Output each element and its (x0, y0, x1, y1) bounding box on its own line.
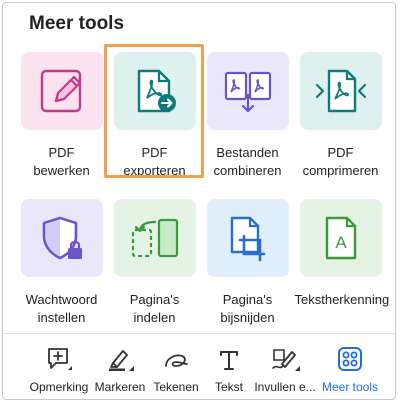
tool-tile (113, 52, 196, 130)
tool-compress-pdf[interactable]: PDF comprimeren (294, 47, 387, 184)
more-tools-panel: Meer tools PDF bewerken PDF exporteren B… (2, 2, 396, 400)
tool-label: PDF comprimeren (302, 145, 379, 178)
toolbar-label: Tekenen (153, 380, 199, 394)
more-tools-icon (338, 347, 362, 371)
organize-pages-icon (131, 218, 178, 258)
text-recognition-icon: A (325, 216, 356, 260)
tool-tile (20, 52, 103, 130)
tool-crop-pages[interactable]: Pagina's bijsnijden (201, 194, 294, 331)
highlight-icon (109, 350, 134, 371)
export-pdf-icon (137, 69, 176, 113)
toolbar-label: Meer tools (321, 380, 379, 394)
tool-label: Pagina's bijsnijden (220, 292, 275, 325)
tools-grid: PDF bewerken PDF exporteren Bestanden co… (15, 44, 390, 331)
tool-combine-files[interactable]: Bestanden combineren (201, 47, 294, 184)
tool-tile: A (299, 199, 382, 277)
toolbar-text[interactable]: Tekst (207, 334, 251, 399)
tool-tile (113, 199, 196, 277)
fill-sign-icon (272, 349, 300, 371)
toolbar-label: Opmerking (29, 380, 89, 394)
tool-tile (206, 199, 289, 277)
protect-password-icon (42, 216, 82, 260)
tool-tile (206, 52, 289, 130)
panel-title: Meer tools (29, 13, 125, 34)
tool-export-pdf[interactable]: PDF exporteren (104, 44, 204, 184)
tool-text-recognition[interactable]: A Tekstherkenning (294, 194, 390, 331)
bottom-toolbar: Opmerking Markeren Tekenen Tekst Invulle… (3, 333, 395, 399)
tool-label: PDF exporteren (123, 145, 186, 178)
tool-set-password[interactable]: Wachtwoord instellen (15, 194, 108, 331)
toolbar-highlight[interactable]: Markeren (93, 334, 147, 399)
toolbar-draw[interactable]: Tekenen (151, 334, 201, 399)
draw-icon (165, 354, 188, 367)
toolbar-comment[interactable]: Opmerking (29, 334, 89, 399)
crop-pages-icon (230, 216, 265, 262)
tool-edit-pdf[interactable]: PDF bewerken (15, 47, 108, 184)
tool-label: PDF bewerken (33, 145, 90, 178)
tool-label: Bestanden combineren (213, 145, 282, 178)
toolbar-fill-sign[interactable]: Invullen e... (253, 334, 317, 399)
edit-pdf-icon (40, 69, 81, 113)
tool-tile (20, 199, 103, 277)
tool-label: Wachtwoord instellen (25, 292, 98, 325)
compress-pdf-icon (315, 69, 366, 113)
tool-label: Tekstherkenning (294, 292, 390, 307)
toolbar-label: Markeren (94, 380, 146, 394)
toolbar-label: Tekst (214, 380, 243, 394)
tool-label: Pagina's indelen (129, 292, 180, 325)
svg-text:A: A (335, 233, 347, 252)
tool-tile (299, 52, 382, 130)
toolbar-label: Invullen e... (254, 380, 316, 394)
combine-files-icon (224, 71, 271, 113)
comment-icon (48, 348, 72, 370)
tool-organize-pages[interactable]: Pagina's indelen (108, 194, 201, 331)
toolbar-more-tools[interactable]: Meer tools (317, 334, 383, 399)
text-icon (220, 351, 238, 370)
